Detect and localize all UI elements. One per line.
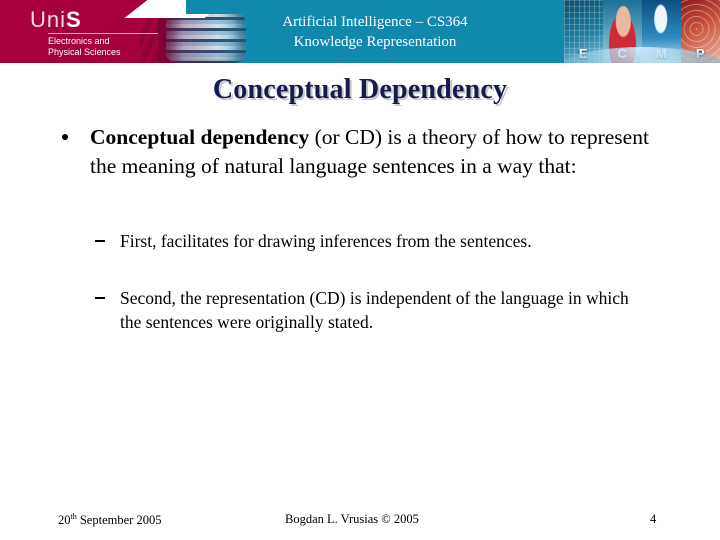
sub-bullet-text-first: First, facilitates for drawing inference… [120,231,532,251]
bullet-lead-term: Conceptual dependency [90,125,310,149]
course-title: Artificial Intelligence – CS364 [282,13,468,30]
sub-bullet-text-second: Second, the representation (CD) is indep… [120,288,629,332]
spacer-between-sub-bullets [0,253,720,286]
logo-divider-rule [48,33,158,34]
en-dash-icon [95,297,105,299]
list-item: Conceptual dependency (or CD) is a theor… [56,123,680,181]
footer-author-copyright: Bogdan L. Vrusias © 2005 [285,512,419,526]
research-theme-montage: E C M P [564,0,720,63]
slide-body: Conceptual dependency (or CD) is a theor… [0,123,720,334]
unis-wordmark-uni: Uni [30,7,67,32]
page-number: 4 [650,512,657,526]
unis-logo: UniS Electronics and Physical Sciences [30,9,158,58]
spacer-after-first-bullet [0,181,720,229]
course-subtitle: Knowledge Representation [293,33,457,50]
slide-header-band: UniS Electronics and Physical Sciences A… [0,0,720,63]
course-title-block: Artificial Intelligence – CS364 Knowledg… [186,0,564,63]
unis-wordmark-s: S [66,7,82,32]
faculty-name-line-1: Electronics and [48,36,110,46]
footer-date: 20th September 2005 [58,512,161,528]
footer-date-number: 20 [58,513,71,528]
page-title: Conceptual Dependency [212,74,508,105]
bullet-dot-icon [62,134,68,140]
en-dash-icon [95,240,105,242]
faculty-name-line-2: Physical Sciences [48,47,121,57]
footer-date-rest: September 2005 [76,513,162,528]
list-item: Second, the representation (CD) is indep… [92,286,650,334]
slide-footer: 20th September 2005 Bogdan L. Vrusias © … [0,510,720,532]
list-item: First, facilitates for drawing inference… [92,229,650,253]
unis-wordmark: UniS [30,9,158,31]
